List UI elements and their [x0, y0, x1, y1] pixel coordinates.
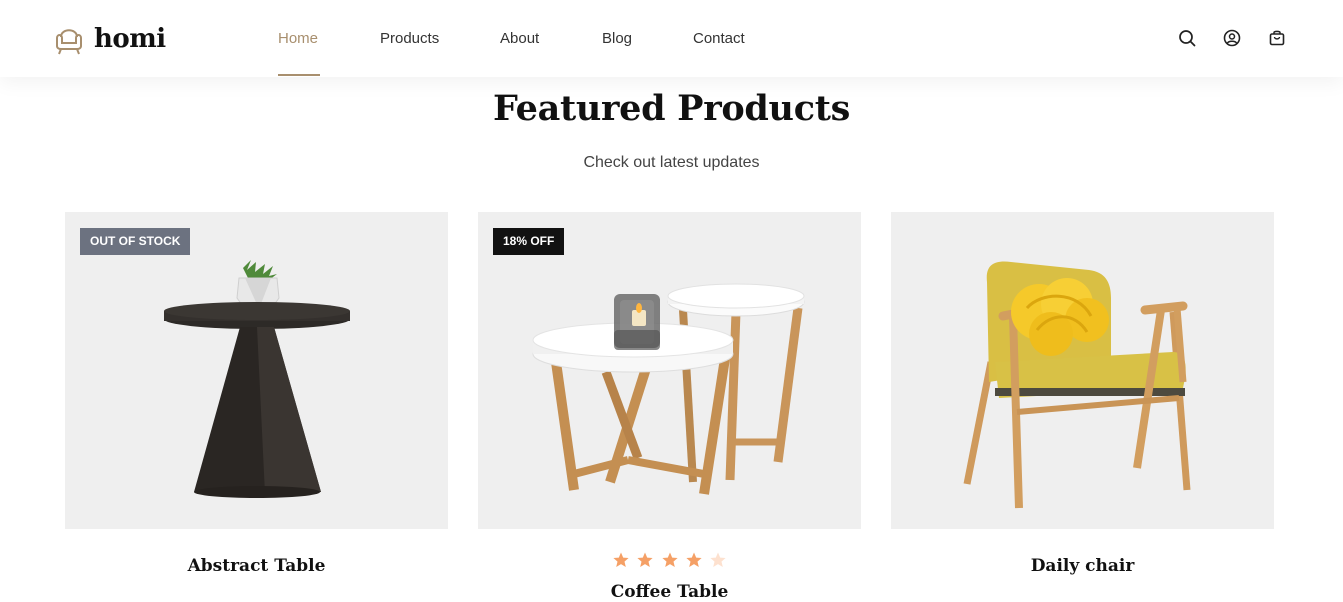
- side-table-image: [164, 260, 350, 498]
- nav-contact[interactable]: Contact: [693, 29, 745, 49]
- nav-products[interactable]: Products: [380, 29, 439, 49]
- nav-about[interactable]: About: [500, 29, 539, 49]
- product-card[interactable]: 18% OFF Coffee Table: [478, 212, 861, 602]
- logo-text: homi: [94, 24, 166, 54]
- product-name[interactable]: Daily chair: [891, 556, 1274, 576]
- star-empty-icon: [710, 552, 727, 567]
- out-of-stock-badge: OUT OF STOCK: [80, 228, 191, 255]
- armchair-image: [963, 261, 1191, 509]
- active-nav-underline: [278, 74, 320, 76]
- star-filled-icon: [637, 552, 653, 567]
- discount-badge: 18% OFF: [493, 228, 565, 255]
- product-card[interactable]: OUT OF STOCK Abstract Table: [65, 212, 448, 576]
- product-card[interactable]: Daily chair: [891, 212, 1274, 576]
- product-image[interactable]: [891, 212, 1274, 529]
- product-image[interactable]: 18% OFF: [478, 212, 861, 529]
- rating-stars: [478, 552, 861, 573]
- search-icon[interactable]: [1177, 28, 1197, 48]
- star-filled-icon: [612, 552, 629, 567]
- product-image[interactable]: OUT OF STOCK: [65, 212, 448, 529]
- site-header: homi Home Products About Blog Contact: [0, 0, 1343, 77]
- product-name[interactable]: Coffee Table: [478, 582, 861, 602]
- user-icon[interactable]: [1222, 28, 1242, 48]
- section-title: Featured Products: [493, 88, 850, 129]
- nav-blog[interactable]: Blog: [602, 29, 632, 49]
- product-name[interactable]: Abstract Table: [65, 556, 448, 576]
- coffee-table-image: [532, 283, 805, 495]
- shopping-bag-icon[interactable]: [1267, 28, 1287, 48]
- star-filled-icon: [661, 552, 678, 567]
- section-subtitle: Check out latest updates: [583, 154, 760, 171]
- armchair-logo-icon: [56, 29, 82, 55]
- nav-home[interactable]: Home: [278, 29, 318, 49]
- star-filled-icon: [686, 552, 702, 567]
- logo[interactable]: homi: [54, 22, 166, 56]
